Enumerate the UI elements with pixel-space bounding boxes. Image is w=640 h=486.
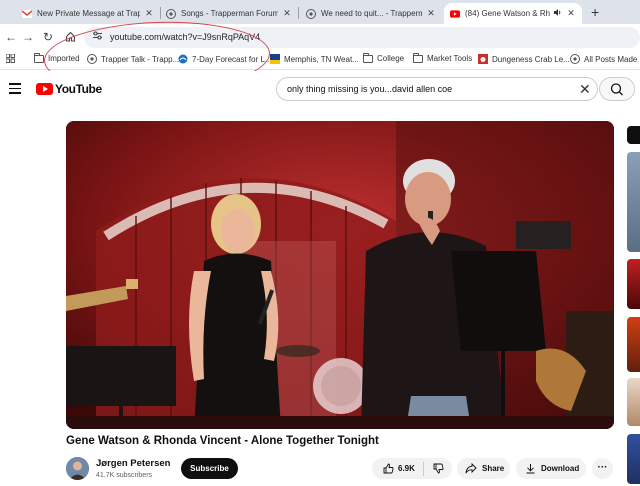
menu-icon[interactable] xyxy=(9,83,21,94)
recommended-video-thumbnail[interactable] xyxy=(627,152,640,252)
close-icon[interactable]: ✕ xyxy=(426,8,436,19)
back-button[interactable]: ← xyxy=(4,29,18,45)
bookmark-market-tools[interactable]: Market Tools xyxy=(413,52,473,63)
browser-tab-strip: New Private Message at Trappe ✕ Songs - … xyxy=(0,0,640,24)
like-count[interactable]: 6.9K xyxy=(398,464,415,473)
weather-icon xyxy=(270,54,280,64)
bookmark-memphis-weather[interactable]: Memphis, TN Weat... xyxy=(270,54,359,64)
search-button[interactable] xyxy=(599,77,635,101)
close-icon[interactable]: ✕ xyxy=(566,8,576,19)
bookmark-label: College xyxy=(377,54,405,63)
bookmark-imported[interactable]: Imported xyxy=(34,52,80,63)
subscriber-count: 41.7K subscribers xyxy=(96,472,153,479)
reload-button[interactable]: ↻ xyxy=(41,29,55,45)
bookmark-label: Trapper Talk - Trapp... xyxy=(101,54,180,64)
subscribe-button[interactable]: Subscribe xyxy=(181,458,238,479)
search-icon xyxy=(610,83,623,96)
recommended-video-thumbnail[interactable] xyxy=(627,378,640,426)
like-divider xyxy=(422,461,424,476)
gmail-icon xyxy=(22,9,32,19)
bookmarks-bar: Imported Trapper Talk - Trapp... 7-Day F… xyxy=(0,50,640,70)
site-settings-icon[interactable] xyxy=(92,30,103,44)
share-label: Share xyxy=(482,464,505,473)
logo-wordmark: YouTube xyxy=(55,82,102,96)
tab-divider xyxy=(298,7,299,19)
recommended-video-thumbnail[interactable] xyxy=(627,434,640,484)
close-icon[interactable]: ✕ xyxy=(144,8,154,19)
recommended-video-thumbnail[interactable] xyxy=(627,259,640,309)
folder-icon xyxy=(34,52,44,63)
home-button[interactable] xyxy=(63,29,77,45)
youtube-icon xyxy=(450,9,460,19)
share-button[interactable]: Share xyxy=(457,458,510,479)
youtube-logo[interactable]: YouTube xyxy=(36,82,102,96)
close-icon[interactable]: ✕ xyxy=(282,8,292,19)
bookmark-label: Imported xyxy=(48,54,80,63)
forum-icon xyxy=(87,54,97,64)
new-tab-button[interactable]: + xyxy=(591,4,599,20)
bookmark-forecast[interactable]: 7-Day Forecast for L... xyxy=(178,54,272,64)
tab-title: We need to quit... - Trapperma xyxy=(321,9,422,18)
thumbs-down-icon[interactable] xyxy=(432,462,446,476)
video-player[interactable] xyxy=(66,121,614,429)
tab-quit-forum[interactable]: We need to quit... - Trapperma ✕ xyxy=(300,3,442,24)
download-icon xyxy=(523,462,537,476)
video-title: Gene Watson & Rhonda Vincent - Alone Tog… xyxy=(66,435,379,447)
like-dislike-group: 6.9K xyxy=(372,458,452,479)
tab-title: New Private Message at Trappe xyxy=(37,9,140,18)
tab-title: Songs - Trapperman Forums xyxy=(181,9,278,18)
chip-all[interactable] xyxy=(627,126,640,144)
share-icon xyxy=(464,462,478,476)
youtube-play-icon xyxy=(36,83,53,95)
bookmark-label: Dungeness Crab Le... xyxy=(492,54,570,64)
bookmark-trapper-talk[interactable]: Trapper Talk - Trapp... xyxy=(87,54,179,64)
tab-private-message[interactable]: New Private Message at Trappe ✕ xyxy=(16,3,160,24)
recommended-video-thumbnail[interactable] xyxy=(627,317,640,372)
clear-search-icon[interactable]: ✕ xyxy=(579,81,591,98)
apps-icon[interactable] xyxy=(6,54,15,63)
bookmark-label: 7-Day Forecast for L... xyxy=(192,54,272,64)
tab-youtube-active[interactable]: (84) Gene Watson & Rhond ✕ xyxy=(444,3,582,24)
url-text[interactable]: youtube.com/watch?v=J9snRqPAqV4 xyxy=(110,32,260,42)
crab-icon xyxy=(478,54,488,64)
search-input[interactable]: only thing missing is you...david allen … xyxy=(276,77,598,101)
bookmark-label: Market Tools xyxy=(427,54,473,63)
bookmark-dungeness-crab[interactable]: Dungeness Crab Le... xyxy=(478,54,570,64)
forward-button[interactable]: → xyxy=(21,29,35,45)
bookmark-label: All Posts Made By xyxy=(584,54,640,64)
download-label: Download xyxy=(541,464,580,473)
address-bar[interactable]: youtube.com/watch?v=J9snRqPAqV4 xyxy=(84,27,640,48)
thumbs-up-icon[interactable] xyxy=(381,462,395,476)
weather-icon xyxy=(178,54,188,64)
youtube-header: YouTube only thing missing is you...davi… xyxy=(0,71,640,111)
download-button[interactable]: Download xyxy=(516,458,586,479)
bookmark-label: Memphis, TN Weat... xyxy=(284,54,359,64)
browser-toolbar: ← → ↻ youtube.com/watch?v=J9snRqPAqV4 xyxy=(0,24,640,50)
audio-playing-icon[interactable] xyxy=(553,8,562,19)
recommendations-strip xyxy=(627,120,640,486)
forum-icon xyxy=(166,8,176,19)
more-actions-button[interactable]: ··· xyxy=(592,458,613,479)
folder-icon xyxy=(413,52,423,63)
channel-avatar[interactable] xyxy=(66,457,89,480)
search-query[interactable]: only thing missing is you...david allen … xyxy=(287,84,452,94)
tab-title: (84) Gene Watson & Rhond xyxy=(465,9,550,18)
bookmark-all-posts[interactable]: All Posts Made By xyxy=(570,54,640,64)
tab-songs-forum[interactable]: Songs - Trapperman Forums ✕ xyxy=(160,3,298,24)
forum-icon xyxy=(306,8,316,19)
folder-icon xyxy=(363,52,373,63)
video-frame xyxy=(66,121,614,429)
forum-icon xyxy=(570,54,580,64)
bookmark-college[interactable]: College xyxy=(363,52,405,63)
more-horizontal-icon: ··· xyxy=(597,462,608,473)
channel-name[interactable]: Jørgen Petersen xyxy=(96,458,170,469)
